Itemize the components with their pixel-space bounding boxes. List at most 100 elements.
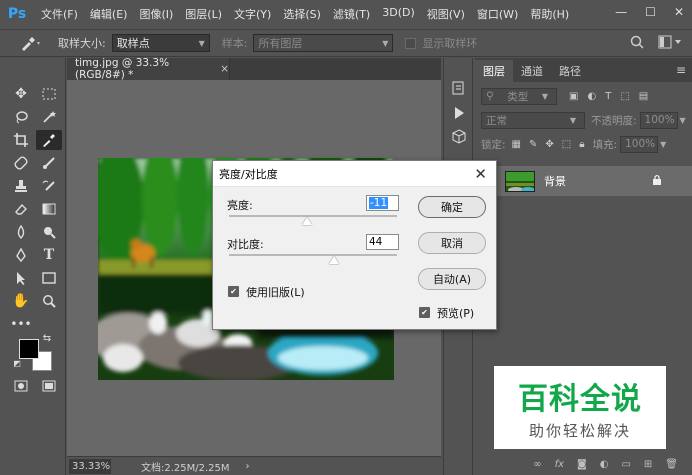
lock-image-icon[interactable]: ✎ xyxy=(529,139,537,150)
minimize-icon[interactable]: — xyxy=(615,5,627,19)
zoom-level-field[interactable]: 33.33% xyxy=(69,458,111,474)
smart-object-filter-icon[interactable]: ▤ xyxy=(639,91,648,102)
ok-button[interactable]: 确定 xyxy=(418,196,486,218)
layer-style-icon[interactable]: fx xyxy=(555,459,564,470)
status-menu-arrow-icon[interactable]: › xyxy=(246,461,250,472)
pen-tool-icon[interactable] xyxy=(8,245,34,265)
path-selection-icon[interactable] xyxy=(8,268,34,288)
eraser-tool-icon[interactable] xyxy=(8,199,34,219)
menu-view[interactable]: 视图(V) xyxy=(427,6,465,22)
eyedropper-icon xyxy=(22,37,40,51)
menu-image[interactable]: 图像(I) xyxy=(139,6,173,22)
brush-tool-icon[interactable] xyxy=(36,153,62,173)
fill-label: 填充: xyxy=(592,138,618,151)
new-layer-icon[interactable]: ⊞ xyxy=(644,459,652,470)
opacity-field[interactable]: 100% xyxy=(639,111,678,129)
adjustment-filter-icon[interactable]: ◐ xyxy=(587,91,596,102)
sample-select[interactable]: 所有图层 ▼ xyxy=(253,34,394,52)
lock-all-icon[interactable]: 🔒︎ xyxy=(579,139,584,150)
chevron-down-icon[interactable]: ▼ xyxy=(680,116,686,125)
actions-play-icon[interactable] xyxy=(450,104,468,122)
brightness-input[interactable]: -11 xyxy=(366,195,399,211)
menu-file[interactable]: 文件(F) xyxy=(41,6,78,22)
menu-list: 文件(F) 编辑(E) 图像(I) 图层(L) 文字(Y) 选择(S) 滤镜(T… xyxy=(41,6,581,22)
brightness-slider-track[interactable] xyxy=(229,215,397,217)
menu-layer[interactable]: 图层(L) xyxy=(185,6,222,22)
document-tab[interactable]: timg.jpg @ 33.3%(RGB/8#) * × xyxy=(67,57,230,81)
workspace-icon[interactable] xyxy=(658,35,682,49)
cancel-button[interactable]: 取消 xyxy=(418,232,486,254)
delete-layer-icon[interactable]: 🗑︎ xyxy=(665,459,678,470)
crop-tool-icon[interactable] xyxy=(8,130,34,150)
blur-tool-icon[interactable] xyxy=(8,222,34,242)
type-filter-icon[interactable]: T xyxy=(605,91,611,102)
hand-tool-icon[interactable]: ✋ xyxy=(8,291,34,311)
chevron-down-icon[interactable]: ▼ xyxy=(660,140,666,149)
show-ring-checkbox[interactable] xyxy=(405,37,417,49)
panel-menu-icon[interactable]: ≡ xyxy=(676,63,686,77)
layer-filter-select[interactable]: ⚲ 类型 ▼ xyxy=(481,87,557,105)
adjustment-layer-icon[interactable]: ◐ xyxy=(600,459,609,470)
menu-edit[interactable]: 编辑(E) xyxy=(90,6,128,22)
tab-paths[interactable]: 路径 xyxy=(551,60,589,82)
fill-field[interactable]: 100% xyxy=(620,135,659,153)
marquee-tool-icon[interactable] xyxy=(36,84,62,104)
quick-mask-icon[interactable] xyxy=(8,376,34,396)
menu-select[interactable]: 选择(S) xyxy=(283,6,321,22)
new-group-icon[interactable]: ▭ xyxy=(621,459,630,470)
preview-checkbox[interactable]: ✔ xyxy=(419,307,430,318)
lock-position-icon[interactable]: ✥ xyxy=(545,139,553,150)
more-tools-icon[interactable]: ••• xyxy=(8,314,34,334)
blend-mode-select[interactable]: 正常 ▼ xyxy=(481,111,585,129)
history-brush-icon[interactable] xyxy=(36,176,62,196)
lock-artboard-icon[interactable]: ⬚ xyxy=(562,139,571,150)
menu-3d[interactable]: 3D(D) xyxy=(382,6,415,22)
dialog-close-icon[interactable]: ✕ xyxy=(474,165,487,183)
healing-brush-icon[interactable] xyxy=(8,153,34,173)
layer-row-background[interactable]: 背景 xyxy=(475,166,692,196)
contrast-slider-thumb[interactable] xyxy=(329,256,340,264)
menu-window[interactable]: 窗口(W) xyxy=(477,6,518,22)
screen-mode-icon[interactable] xyxy=(36,376,62,396)
dodge-tool-icon[interactable] xyxy=(36,222,62,242)
lock-transparent-icon[interactable]: ▦ xyxy=(512,139,521,150)
watermark-title: 百科全说 xyxy=(518,382,642,417)
brightness-slider-thumb[interactable] xyxy=(301,217,312,225)
auto-button[interactable]: 自动(A) xyxy=(418,268,486,290)
legacy-checkbox[interactable]: ✔ xyxy=(228,286,239,297)
close-tab-icon[interactable]: × xyxy=(220,63,229,75)
window-controls: — ☐ ✕ xyxy=(615,5,684,19)
close-icon[interactable]: ✕ xyxy=(674,5,684,19)
default-colors-icon[interactable]: ◩ xyxy=(12,358,22,368)
menu-help[interactable]: 帮助(H) xyxy=(530,6,569,22)
link-layers-icon[interactable]: ∞ xyxy=(533,459,541,470)
move-tool-icon[interactable]: ✥ xyxy=(8,84,34,104)
tab-layers[interactable]: 图层 xyxy=(475,60,513,82)
type-tool-icon[interactable]: T xyxy=(36,245,62,265)
contrast-slider-track[interactable] xyxy=(229,254,397,256)
eyedropper-tool-icon[interactable] xyxy=(36,130,62,150)
magic-wand-icon[interactable] xyxy=(36,107,62,127)
add-mask-icon[interactable]: ◙ xyxy=(577,459,587,470)
shape-filter-icon[interactable]: ⬚ xyxy=(620,91,629,102)
watermark-subtitle: 助你轻松解决 xyxy=(528,422,631,440)
history-panel-icon[interactable] xyxy=(450,80,468,98)
contrast-input[interactable]: 44 xyxy=(366,234,399,250)
rectangle-tool-icon[interactable] xyxy=(36,268,62,288)
tab-channels[interactable]: 通道 xyxy=(513,60,551,82)
zoom-tool-icon[interactable] xyxy=(36,291,62,311)
clone-stamp-icon[interactable] xyxy=(8,176,34,196)
sample-size-select[interactable]: 取样点 ▼ xyxy=(111,34,210,52)
tool-preset-picker[interactable] xyxy=(18,33,46,53)
menu-type[interactable]: 文字(Y) xyxy=(234,6,271,22)
3d-panel-icon[interactable] xyxy=(450,128,468,146)
pixel-filter-icon[interactable]: ▣ xyxy=(569,91,578,102)
menu-filter[interactable]: 滤镜(T) xyxy=(333,6,370,22)
swap-colors-icon[interactable]: ⇆ xyxy=(40,331,54,345)
gradient-tool-icon[interactable] xyxy=(36,199,62,219)
layer-name: 背景 xyxy=(544,175,566,188)
maximize-icon[interactable]: ☐ xyxy=(645,5,656,19)
legacy-label: 使用旧版(L) xyxy=(246,286,305,299)
lasso-tool-icon[interactable] xyxy=(8,107,34,127)
search-icon[interactable] xyxy=(630,35,644,49)
